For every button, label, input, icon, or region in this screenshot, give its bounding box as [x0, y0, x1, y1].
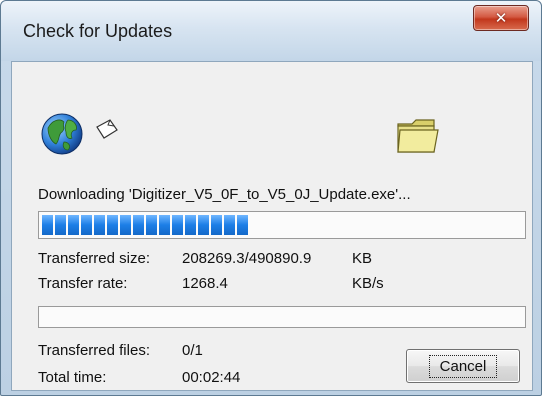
folder-icon — [396, 116, 442, 156]
total-time-label: Total time: — [38, 369, 107, 386]
progress-segment — [133, 215, 144, 235]
progress-segment — [185, 215, 196, 235]
progress-segment — [55, 215, 66, 235]
progress-segment — [42, 215, 53, 235]
progress-segment — [198, 215, 209, 235]
progress-segment — [120, 215, 131, 235]
title-bar[interactable]: Check for Updates ✕ — [1, 1, 541, 61]
progress-segment — [94, 215, 105, 235]
transferred-files-value: 0/1 — [182, 342, 203, 359]
close-x-icon: ✕ — [494, 10, 508, 27]
dialog-body: Downloading 'Digitizer_V5_0F_to_V5_0J_Up… — [11, 61, 533, 391]
transferred-size-label: Transferred size: — [38, 250, 150, 267]
progress-segment — [81, 215, 92, 235]
progress-segment — [237, 215, 248, 235]
transferred-files-label: Transferred files: — [38, 342, 150, 359]
cancel-button[interactable]: Cancel — [406, 349, 520, 383]
progress-segment — [107, 215, 118, 235]
overall-progress-bar — [38, 306, 526, 328]
globe-icon — [40, 110, 100, 158]
progress-segment — [146, 215, 157, 235]
close-button[interactable]: ✕ — [473, 5, 529, 31]
progress-segment — [68, 215, 79, 235]
status-text: Downloading 'Digitizer_V5_0F_to_V5_0J_Up… — [38, 186, 411, 203]
progress-segment — [211, 215, 222, 235]
progress-segment — [224, 215, 235, 235]
file-progress-bar — [38, 211, 526, 239]
transfer-rate-value: 1268.4 — [182, 275, 228, 292]
cancel-button-label: Cancel — [428, 354, 498, 378]
transferred-size-unit: KB — [352, 250, 373, 267]
transfer-rate-label: Transfer rate: — [38, 275, 128, 292]
transfer-rate-unit: KB/s — [352, 275, 384, 292]
total-time-value: 00:02:44 — [182, 369, 241, 386]
window-title: Check for Updates — [23, 21, 173, 41]
progress-fill — [42, 215, 248, 235]
update-dialog: Check for Updates ✕ Downloading 'Digitiz… — [0, 0, 542, 396]
progress-segment — [172, 215, 183, 235]
paper-icon — [94, 118, 120, 140]
transferred-size-value: 208269.3/490890.9 — [182, 250, 312, 267]
progress-segment — [159, 215, 170, 235]
